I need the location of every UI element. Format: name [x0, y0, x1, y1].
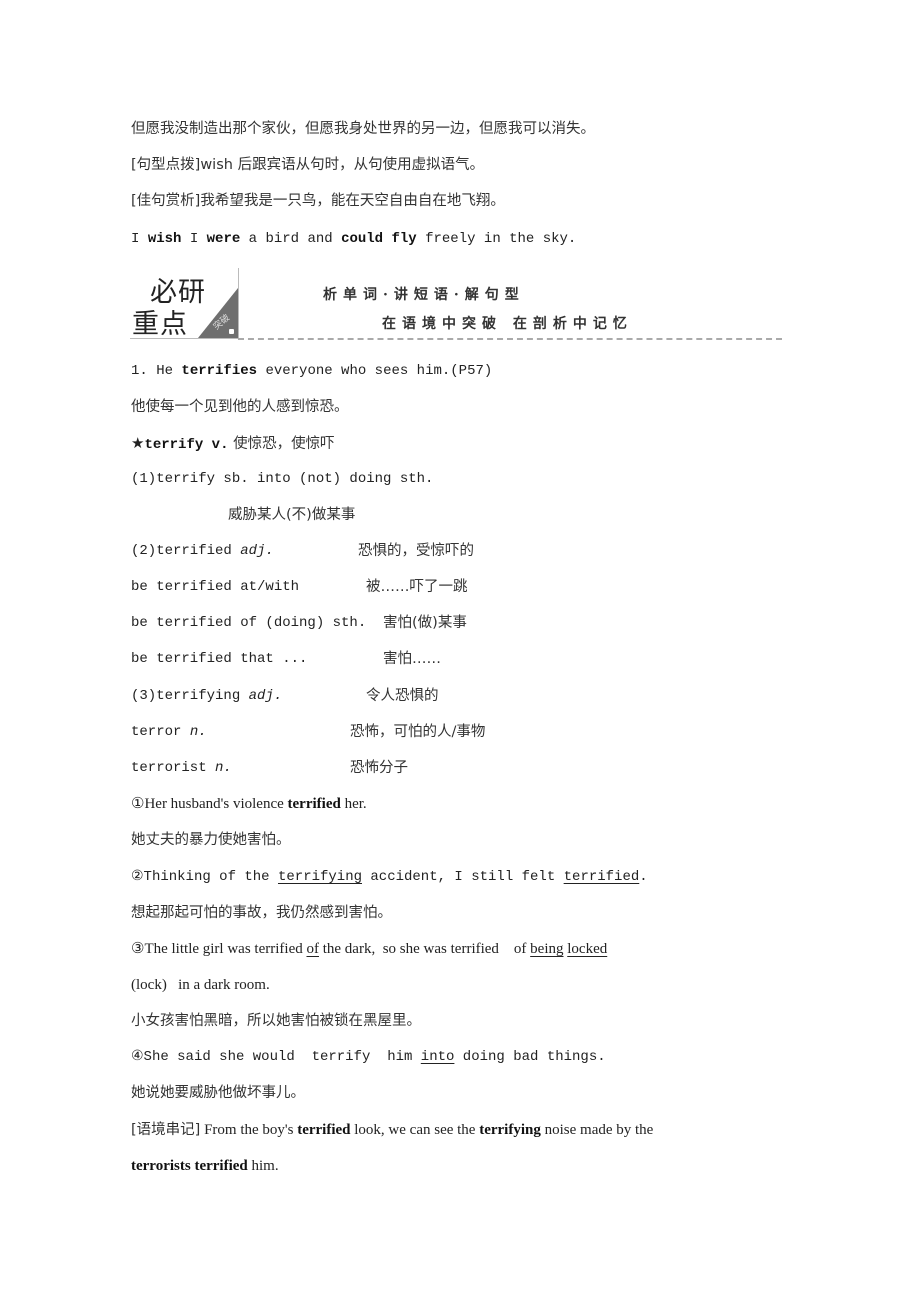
usage-3-en: be terrified at/with — [131, 579, 300, 595]
section-banner: 必研 重点 突破 析单词·讲短语·解句型 在语境中突破 在剖析中记忆 — [130, 268, 782, 342]
text: I — [131, 231, 148, 247]
intro-sentence-zh: 但愿我没制造出那个家伙，但愿我身处世界的另一边，但愿我可以消失。 — [131, 121, 595, 137]
text: 1. He — [131, 363, 182, 379]
star-icon: ★ — [131, 434, 145, 452]
headword-meaning: 使惊恐，使惊吓 — [228, 436, 335, 452]
text: freely in the sky. — [416, 231, 577, 247]
context-line-2: terrorists terrified him. — [131, 1156, 279, 1176]
text: ④She said she would terrify him — [131, 1049, 421, 1065]
text: (3)terrifying — [131, 688, 249, 704]
usage-2-zh: 恐惧的，受惊吓的 — [358, 543, 474, 559]
answer-blank: being — [530, 941, 564, 957]
banner-tagline-1: 析单词·讲短语·解句型 — [323, 287, 525, 303]
usage-5-zh: 害怕…… — [383, 651, 441, 667]
tip-text: wish 后跟宾语从句时，从句使用虚拟语气。 — [200, 157, 485, 173]
usage-8-zh: 恐怖分子 — [350, 760, 408, 776]
headword-line: ★terrify v. 使惊恐，使惊吓 — [131, 433, 335, 455]
pos-label: n. — [215, 760, 232, 776]
bold-word: were — [206, 231, 241, 247]
context-label: [语境串记] — [131, 1122, 201, 1138]
answer-blank: terrified — [563, 869, 640, 885]
text: . — [639, 869, 648, 885]
pos-label: n. — [189, 724, 207, 740]
bold-word: terrified — [297, 1122, 351, 1138]
usage-4-zh: 害怕(做)某事 — [383, 615, 467, 631]
bold-word: terrorists terrified — [131, 1158, 248, 1174]
answer-blank: into — [420, 1049, 455, 1065]
tip-label: [句型点拨] — [131, 157, 201, 173]
bold-word: wish — [147, 231, 182, 247]
bold-word: terrifying — [479, 1122, 541, 1138]
text: ③The little girl was terrified — [131, 941, 307, 957]
example-1-en: ①Her husband's violence terrified her. — [131, 794, 367, 814]
answer-blank: terrifying — [277, 869, 362, 885]
appreciate-line: [佳句赏析]我希望我是一只鸟，能在天空自由自在地飞翔。 — [131, 191, 505, 211]
usage-8-en: terrorist n. — [131, 758, 232, 778]
text: terror — [131, 724, 190, 740]
example-4-zh: 她说她要威胁他做坏事儿。 — [131, 1085, 305, 1101]
usage-4-en: be terrified of (doing) sth. — [131, 615, 367, 631]
usage-7-en: terror n. — [131, 722, 207, 742]
badge-line2: 重点 — [132, 309, 188, 339]
bold-word: could fly — [341, 231, 417, 247]
context-line-1: [语境串记] From the boy's terrified look, we… — [131, 1120, 653, 1140]
text: everyone who sees him.(P57) — [257, 363, 493, 379]
appreciate-text: 我希望我是一只鸟，能在天空自由自在地飞翔。 — [200, 193, 505, 209]
usage-1-en: (1)terrify sb. into (not) doing sth. — [131, 471, 434, 487]
text: accident, I still felt — [362, 869, 564, 885]
text: him. — [247, 1158, 279, 1174]
text: (2)terrified — [131, 543, 241, 559]
bold-word: terrified — [287, 796, 341, 812]
usage-2-en: (2)terrified adj. — [131, 541, 274, 561]
badge-dot-icon — [229, 329, 234, 334]
pos-label: adj. — [248, 688, 283, 704]
item1-sentence: 1. He terrifies everyone who sees him.(P… — [131, 361, 492, 381]
answer-blank: locked — [567, 941, 608, 957]
tip-line: [句型点拨]wish 后跟宾语从句时，从句使用虚拟语气。 — [131, 155, 484, 175]
text: her. — [340, 796, 367, 812]
text: ②Thinking of the — [131, 869, 278, 885]
usage-5-en: be terrified that ... — [131, 651, 308, 667]
appreciate-label: [佳句赏析] — [131, 193, 201, 209]
text: terrorist — [131, 760, 216, 776]
usage-7-zh: 恐怖，可怕的人/事物 — [350, 724, 486, 740]
text: I — [181, 231, 207, 247]
text: From the boy's — [200, 1122, 298, 1138]
usage-6-en: (3)terrifying adj. — [131, 686, 282, 706]
item1-translation: 他使每一个见到他的人感到惊恐。 — [131, 399, 349, 415]
example-2-zh: 想起那起可怕的事故，我仍然感到害怕。 — [131, 905, 392, 921]
answer-blank: of — [306, 941, 319, 957]
example-3-en-line2: (lock) in a dark room. — [131, 977, 270, 993]
text: a bird and — [240, 231, 342, 247]
example-2-en: ②Thinking of the terrifying accident, I … — [131, 867, 648, 887]
banner-divider — [238, 338, 782, 340]
pos-label: adj. — [240, 543, 274, 559]
text: doing bad things. — [454, 1049, 606, 1065]
bold-word: terrifies — [181, 363, 258, 379]
usage-6-zh: 令人恐惧的 — [366, 688, 439, 704]
usage-3-zh: 被……吓了一跳 — [366, 579, 468, 595]
example-3-en: ③The little girl was terrified of the da… — [131, 939, 607, 959]
example-1-zh: 她丈夫的暴力使她害怕。 — [131, 832, 291, 848]
usage-1-zh: 威胁某人(不)做某事 — [228, 507, 356, 523]
example-3-zh: 小女孩害怕黑暗，所以她害怕被锁在黑屋里。 — [131, 1013, 421, 1029]
headword: terrify v. — [144, 437, 229, 453]
text: ①Her husband's violence — [131, 796, 288, 812]
section-badge: 必研 重点 突破 — [130, 268, 239, 339]
intro-example-en: I wish I were a bird and could fly freel… — [131, 229, 576, 249]
banner-tagline-2: 在语境中突破 在剖析中记忆 — [382, 316, 633, 332]
text: the dark, so she was terrified of — [318, 941, 531, 957]
example-4-en: ④She said she would terrify him into doi… — [131, 1047, 606, 1067]
text: look, we can see the — [350, 1122, 480, 1138]
text: noise made by the — [540, 1122, 654, 1138]
